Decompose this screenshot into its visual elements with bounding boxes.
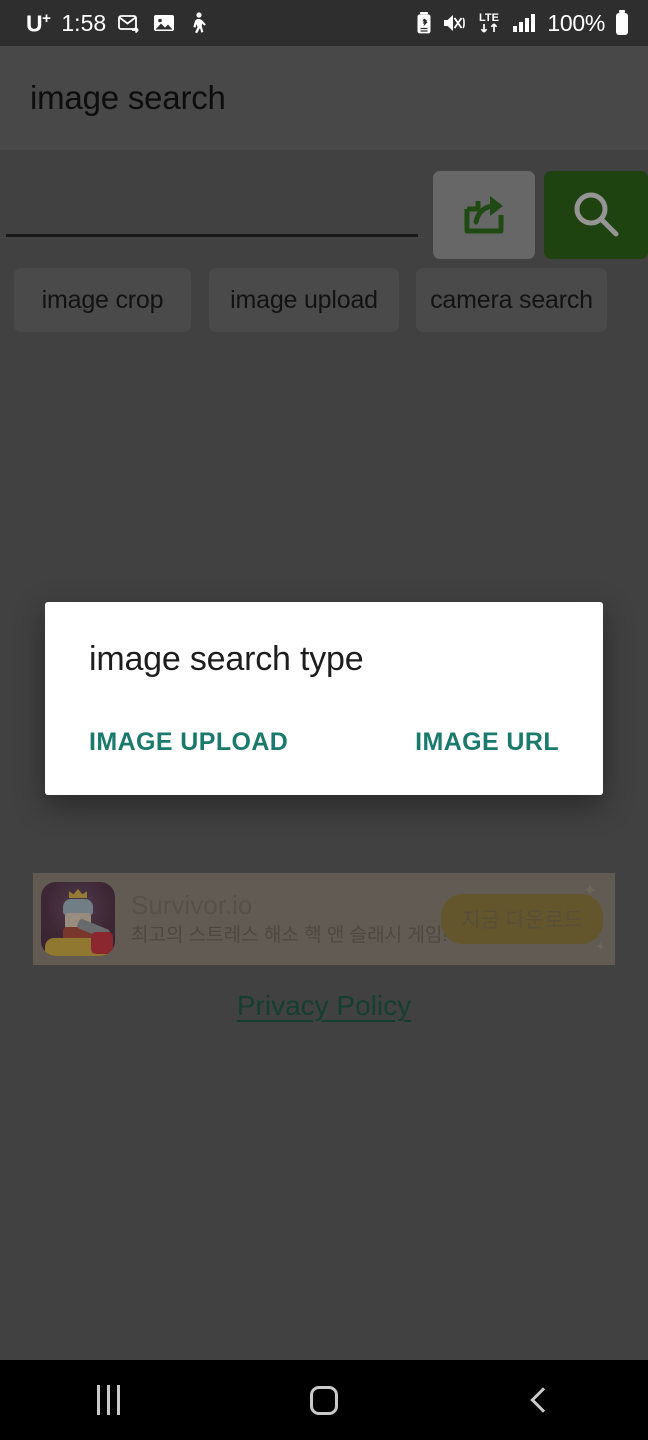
- chip-camera-search[interactable]: camera search: [416, 268, 607, 332]
- sound-mute-vibrate-icon: [442, 11, 466, 35]
- gallery-image-icon: [152, 11, 176, 35]
- share-image-button[interactable]: [433, 171, 535, 259]
- system-navigation-bar: [0, 1360, 648, 1440]
- battery-percent-label: 100%: [547, 9, 605, 36]
- ad-text-block: Survivor.io 최고의 스트레스 해소 핵 앤 슬래시 게임!: [115, 889, 448, 949]
- quick-action-chips: image crop image upload camera search: [0, 268, 648, 334]
- back-chevron-icon: [530, 1387, 556, 1413]
- chip-image-upload[interactable]: image upload: [209, 268, 399, 332]
- app-bar: image search: [0, 46, 648, 150]
- chip-image-crop[interactable]: image crop: [14, 268, 191, 332]
- dialog-title: image search type: [89, 640, 364, 678]
- recents-icon: [96, 1385, 120, 1415]
- battery-icon: [614, 10, 630, 36]
- search-button[interactable]: [544, 171, 648, 259]
- nav-home-button[interactable]: [254, 1360, 394, 1440]
- ad-download-button[interactable]: 지금 다운로드: [441, 894, 603, 944]
- status-bar-clock: 1:58: [61, 9, 107, 36]
- svg-text:LTE: LTE: [479, 12, 499, 24]
- email-icon: [117, 11, 141, 35]
- ad-app-icon: [41, 882, 115, 956]
- dialog-image-url-button[interactable]: IMAGE URL: [415, 720, 559, 765]
- battery-saver-icon: [415, 11, 433, 35]
- image-search-type-dialog: image search type IMAGE UPLOAD IMAGE URL: [45, 602, 603, 795]
- person-walking-icon: [187, 11, 209, 35]
- search-icon: [568, 186, 624, 245]
- ad-title: Survivor.io: [131, 889, 253, 920]
- share-icon: [457, 187, 511, 244]
- carrier-label: U+: [26, 9, 51, 37]
- search-input[interactable]: [6, 171, 418, 237]
- home-icon: [310, 1385, 338, 1415]
- signal-bars-icon: [512, 11, 538, 35]
- status-bar-left: U+ 1:58: [26, 10, 209, 37]
- nav-back-button[interactable]: [470, 1360, 610, 1440]
- status-bar: U+ 1:58 LTE 100%: [0, 0, 648, 46]
- phone-screen: U+ 1:58 LTE 100% image search image crop…: [0, 0, 648, 1440]
- dialog-image-upload-button[interactable]: IMAGE UPLOAD: [89, 720, 288, 765]
- privacy-policy-link[interactable]: Privacy Policy: [0, 990, 648, 1022]
- nav-recents-button[interactable]: [38, 1360, 178, 1440]
- search-row: [0, 163, 648, 263]
- ad-banner[interactable]: Survivor.io 최고의 스트레스 해소 핵 앤 슬래시 게임! 지금 다…: [33, 873, 615, 965]
- sparkle-icon: ✦: [595, 939, 606, 954]
- ad-subtitle: 최고의 스트레스 해소 핵 앤 슬래시 게임!: [131, 925, 448, 947]
- page-title: image search: [30, 79, 226, 116]
- status-bar-right: LTE 100%: [415, 10, 630, 37]
- lte-data-icon: LTE: [475, 10, 503, 36]
